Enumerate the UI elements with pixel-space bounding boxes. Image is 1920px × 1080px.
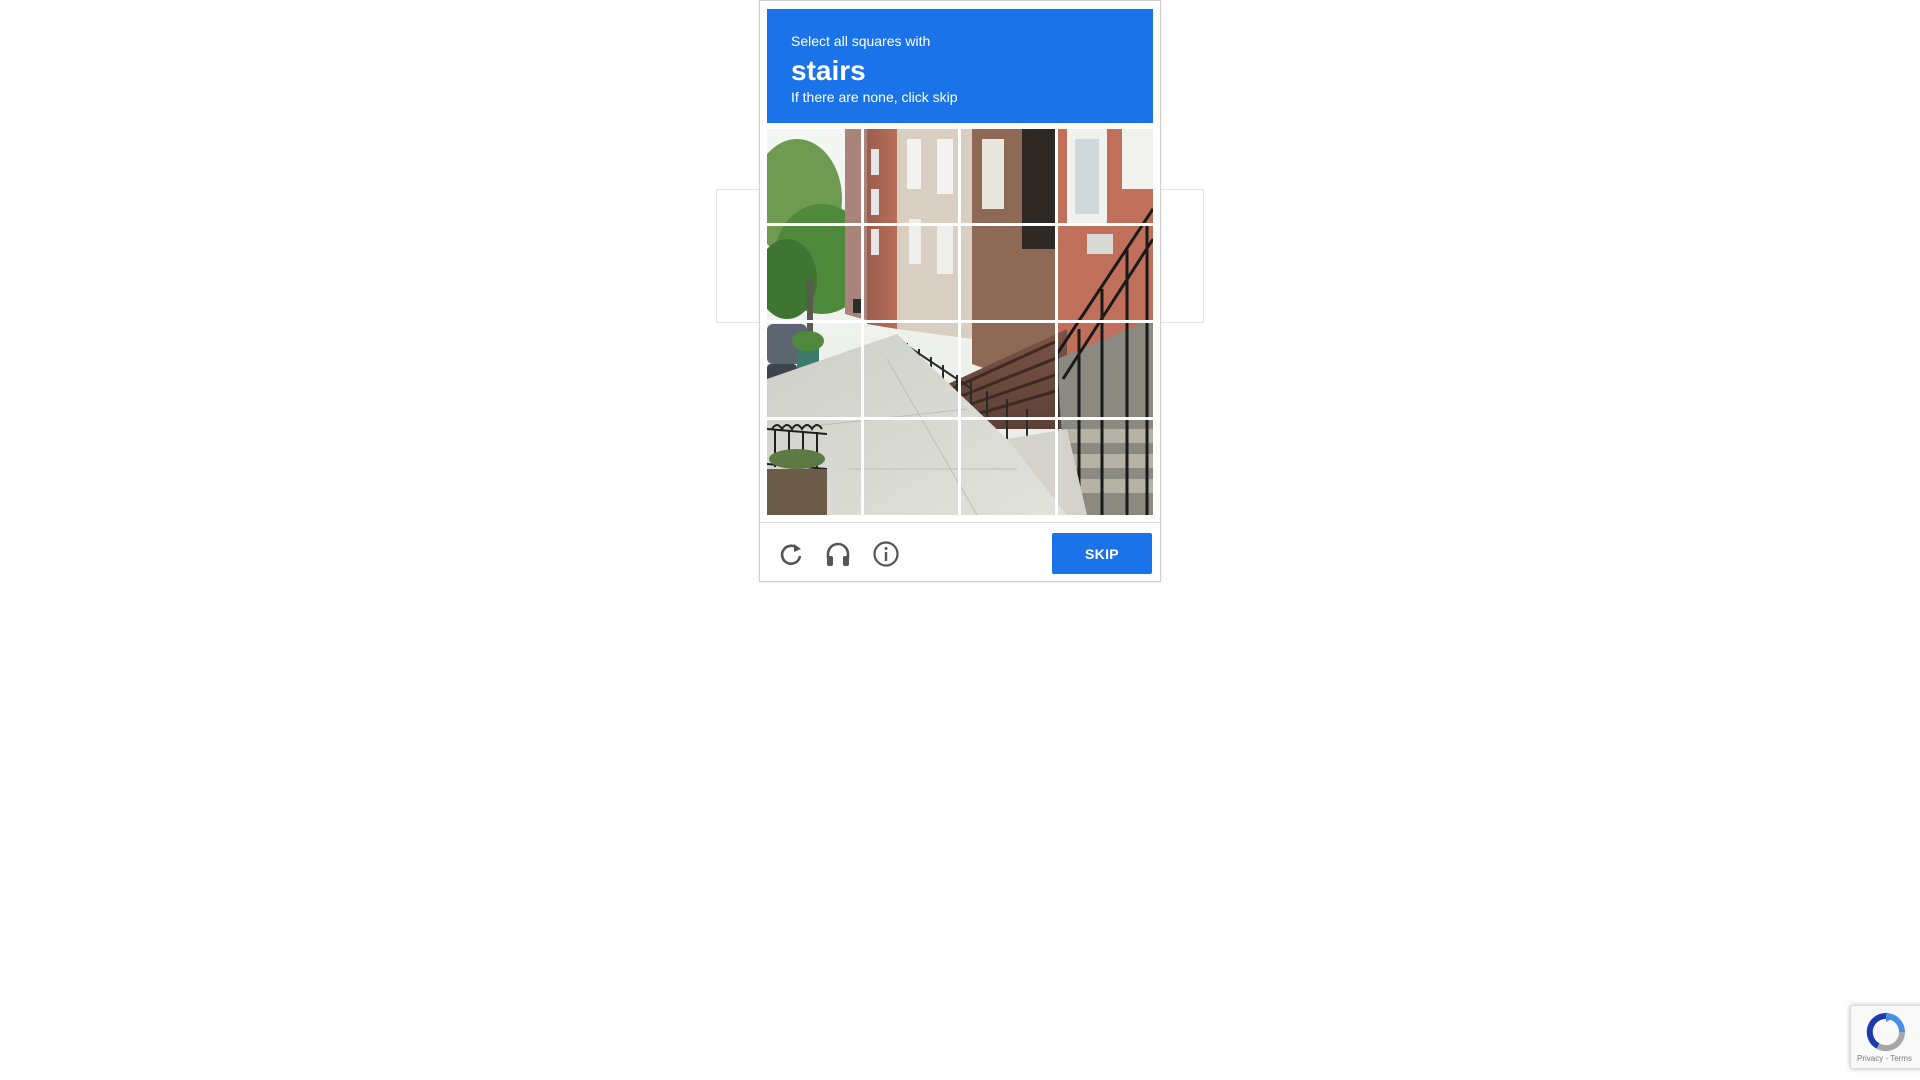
image-tile-grid	[767, 129, 1153, 515]
footer-divider	[760, 522, 1160, 523]
image-tile-r1c1[interactable]	[767, 129, 861, 223]
challenge-header: Select all squares with stairs If there …	[767, 9, 1153, 123]
image-tile-r3c2[interactable]	[864, 323, 958, 417]
image-tile-r1c3[interactable]	[961, 129, 1055, 223]
info-icon[interactable]	[871, 539, 901, 569]
reload-icon[interactable]	[776, 539, 806, 569]
recaptcha-badge[interactable]: Privacy - Terms	[1850, 1005, 1920, 1069]
image-tile-r2c4[interactable]	[1058, 226, 1152, 320]
privacy-terms-link[interactable]: Privacy - Terms	[1857, 1054, 1912, 1063]
skip-button[interactable]: SKIP	[1052, 533, 1152, 574]
headphones-icon[interactable]	[823, 539, 853, 569]
captcha-challenge-dialog: Select all squares with stairs If there …	[759, 0, 1161, 582]
image-tile-r4c3[interactable]	[961, 420, 1055, 514]
image-tile-r4c1[interactable]	[767, 420, 861, 514]
recaptcha-logo-icon	[1864, 1012, 1908, 1052]
skip-hint-text: If there are none, click skip	[791, 89, 958, 105]
image-tile-r4c4[interactable]	[1058, 420, 1152, 514]
image-tile-r1c2[interactable]	[864, 129, 958, 223]
image-tile-r3c3[interactable]	[961, 323, 1055, 417]
image-tile-r2c2[interactable]	[864, 226, 958, 320]
image-tile-r1c4[interactable]	[1058, 129, 1152, 223]
image-tile-r4c2[interactable]	[864, 420, 958, 514]
instruction-text: Select all squares with	[791, 33, 931, 49]
image-tile-r2c1[interactable]	[767, 226, 861, 320]
image-tile-r3c4[interactable]	[1058, 323, 1152, 417]
image-tile-r3c1[interactable]	[767, 323, 861, 417]
image-tile-r2c3[interactable]	[961, 226, 1055, 320]
challenge-keyword: stairs	[791, 55, 866, 86]
